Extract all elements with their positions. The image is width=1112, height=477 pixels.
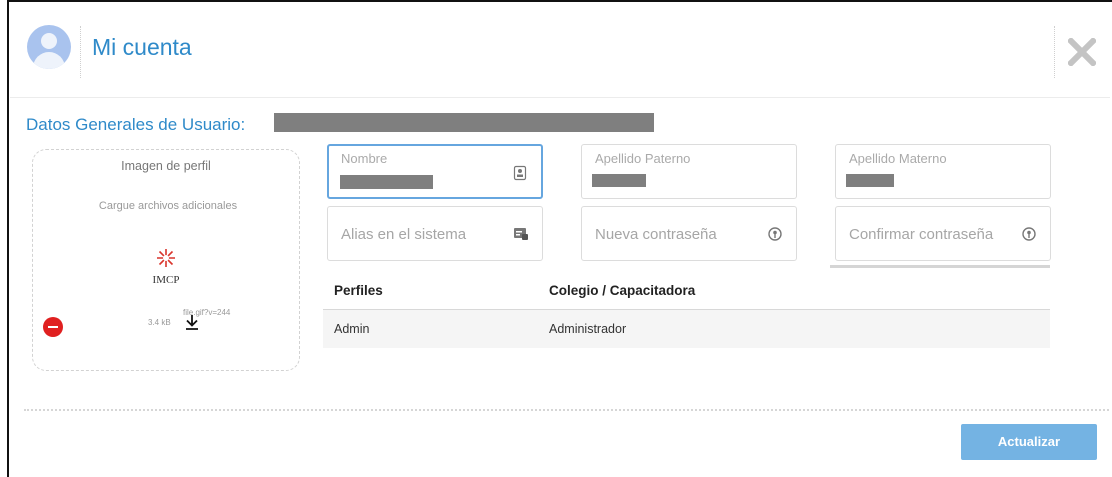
close-icon [1066, 36, 1098, 68]
nueva-contrasena-placeholder: Nueva contraseña [595, 226, 717, 243]
profile-image-dropzone[interactable]: Imagen de perfil Cargue archivos adicion… [32, 149, 300, 371]
redacted-apellido-paterno [592, 174, 646, 187]
upload-more-files-text[interactable]: Cargue archivos adicionales [93, 198, 243, 214]
password-strength-bar [830, 265, 1050, 268]
logo-text: IMCP [152, 274, 180, 286]
column-header-perfiles: Perfiles [334, 283, 383, 298]
page-title: Mi cuenta [92, 34, 192, 60]
table-header: Perfiles Colegio / Capacitadora [323, 271, 1050, 310]
alias-icon [514, 228, 528, 240]
key-icon [768, 227, 782, 241]
imcp-logo: IMCP [149, 248, 183, 286]
profiles-table: Perfiles Colegio / Capacitadora Admin Ad… [323, 271, 1050, 348]
file-size: 3.4 kB [148, 318, 171, 327]
column-header-colegio: Colegio / Capacitadora [549, 283, 696, 298]
section-title: Datos Generales de Usuario: [26, 115, 246, 134]
cell-perfil: Admin [334, 322, 370, 336]
window-top-border [7, 0, 1112, 2]
profile-image-label: Imagen de perfil [121, 159, 211, 173]
confirmar-contrasena-field[interactable]: Confirmar contraseña [835, 206, 1051, 261]
alias-placeholder: Alias en el sistema [341, 226, 467, 243]
remove-image-button[interactable] [43, 317, 63, 337]
id-card-icon [513, 165, 527, 181]
redacted-username [274, 113, 654, 132]
key-icon [1022, 227, 1036, 241]
redacted-nombre [340, 175, 433, 189]
close-button[interactable] [1066, 36, 1098, 68]
header-divider-right [1054, 26, 1055, 78]
user-avatar-icon [27, 25, 71, 69]
alias-field[interactable]: Alias en el sistema [327, 206, 543, 261]
apellido-paterno-label: Apellido Paterno [595, 151, 691, 166]
nueva-contrasena-field[interactable]: Nueva contraseña [581, 206, 797, 261]
apellido-paterno-field[interactable]: Apellido Paterno [581, 144, 797, 199]
download-icon [186, 315, 198, 330]
table-row[interactable]: Admin Administrador [323, 310, 1050, 348]
window-left-border [7, 0, 9, 477]
cell-colegio: Administrador [549, 322, 627, 336]
footer-separator [24, 409, 1109, 411]
nombre-field[interactable]: Nombre [327, 144, 543, 199]
apellido-materno-field[interactable]: Apellido Materno [835, 144, 1051, 199]
nombre-label: Nombre [341, 151, 388, 166]
confirmar-contrasena-placeholder: Confirmar contraseña [849, 226, 994, 243]
apellido-materno-label: Apellido Materno [849, 151, 947, 166]
redacted-apellido-materno [846, 174, 894, 187]
download-button[interactable] [184, 314, 200, 330]
header-divider [80, 26, 81, 78]
imcp-logo-icon [157, 249, 175, 267]
header-separator [10, 97, 1110, 98]
update-button[interactable]: Actualizar [961, 424, 1097, 460]
